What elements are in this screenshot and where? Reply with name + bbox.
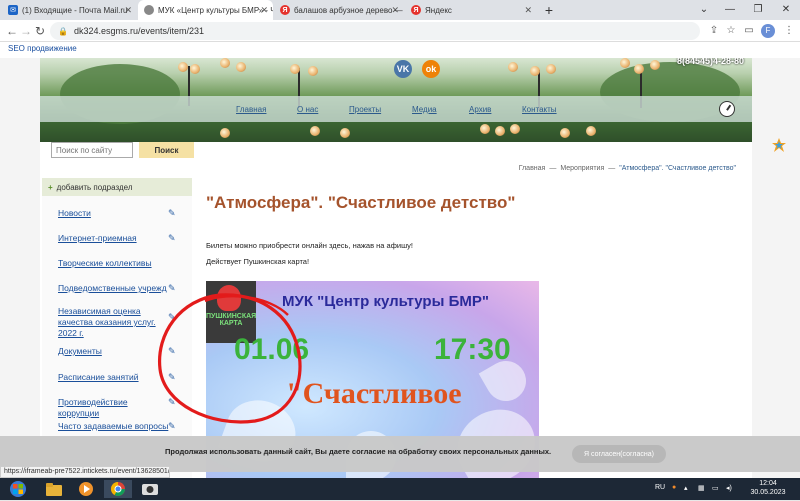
mail-icon: ✉ <box>8 5 18 15</box>
share-icon[interactable]: ⇪ <box>707 24 721 38</box>
main-nav: Главная О нас Проекты Медиа Архив Контак… <box>40 96 752 122</box>
side-panel-icon[interactable]: ▭ <box>742 24 756 38</box>
windows-taskbar: RU ● ▴ ▦ ▭ ◂) 12:04 30.05.2023 <box>0 478 800 500</box>
phone-number: 8(84545)4-28-80 <box>676 58 744 66</box>
vk-icon[interactable]: VK <box>394 60 412 78</box>
start-button[interactable] <box>4 480 32 498</box>
yandex-icon: Я <box>280 5 290 15</box>
url-text: dk324.esgms.ru/events/item/231 <box>73 26 205 36</box>
menu-dots-icon[interactable]: ⋮ <box>782 24 796 38</box>
red-circle-annotation <box>157 293 302 424</box>
cookie-text: Продолжая использовать данный сайт, Вы д… <box>165 447 552 456</box>
close-icon[interactable]: ✕ <box>524 5 532 16</box>
breadcrumb-home[interactable]: Главная <box>519 165 546 172</box>
media-player-icon[interactable] <box>72 480 100 498</box>
close-icon[interactable]: ✕ <box>124 5 132 16</box>
ok-icon[interactable]: ok <box>422 60 440 78</box>
tab-label: балашов арбузное дерево — Я... <box>294 5 404 15</box>
close-icon[interactable]: ✕ <box>260 5 268 16</box>
tray-app-icon[interactable]: ● <box>672 484 676 491</box>
edit-pencil-icon[interactable]: ✎ <box>168 208 176 219</box>
taskbar-clock[interactable]: 12:04 30.05.2023 <box>747 479 789 497</box>
poster-time: 17:30 <box>434 333 511 366</box>
explorer-icon[interactable] <box>40 480 68 498</box>
nav-archive[interactable]: Архив <box>469 105 491 114</box>
tickets-text: Билеты можно приобрести онлайн здесь, на… <box>206 241 413 250</box>
extension-icon[interactable] <box>772 138 786 155</box>
bookmarks-bar: SEO продвижение <box>0 42 800 58</box>
maximize-button[interactable]: ❐ <box>744 0 772 20</box>
breadcrumb-events[interactable]: Мероприятия <box>560 165 604 172</box>
globe-icon <box>144 5 154 15</box>
site-container: 8(84545)4-28-80 VK ok Главная О нас Прое… <box>40 58 752 478</box>
site-search-button[interactable]: Поиск <box>139 142 194 158</box>
address-bar[interactable]: 🔒 dk324.esgms.ru/events/item/231 <box>50 22 700 40</box>
nav-home[interactable]: Главная <box>236 105 266 114</box>
breadcrumb-current: "Атмосфера". "Счастливое детство" <box>619 165 736 172</box>
battery-icon[interactable]: ▭ <box>712 484 719 492</box>
tab-label: МУК «Центр культуры БМР» - Ч... <box>158 5 273 15</box>
header-banner: 8(84545)4-28-80 VK ok Главная О нас Прое… <box>40 58 752 142</box>
edit-pencil-icon[interactable]: ✎ <box>168 233 176 244</box>
tab-yandex[interactable]: Я Яндекс ✕ <box>405 0 537 20</box>
tray-expand-icon[interactable]: ▴ <box>684 484 688 492</box>
reload-icon[interactable]: ↻ <box>32 23 48 39</box>
lock-icon[interactable]: 🔒 <box>58 27 68 36</box>
nav-about[interactable]: О нас <box>297 105 318 114</box>
profile-avatar[interactable]: F <box>761 24 775 38</box>
bookmark-seo[interactable]: SEO продвижение <box>8 44 77 53</box>
network-icon[interactable]: ▦ <box>698 484 705 492</box>
tab-culture-center[interactable]: МУК «Центр культуры БМР» - Ч... ✕ <box>138 0 273 20</box>
new-tab-button[interactable]: + <box>541 2 557 18</box>
site-search-input[interactable] <box>51 142 133 158</box>
plus-icon: + <box>48 183 53 192</box>
pushkin-card-text: Действует Пушкинская карта! <box>206 257 310 266</box>
cookie-accept-button[interactable]: Я согласен(согласна) <box>572 445 666 463</box>
tab-search-icon[interactable]: ⌄ <box>690 0 718 20</box>
status-bar-url: https://iframeab-pre7522.intickets.ru/ev… <box>0 466 170 478</box>
bookmark-star-icon[interactable]: ☆ <box>724 24 738 38</box>
sidebar-item-reception[interactable]: Интернет-приемная <box>58 233 170 244</box>
clock-time: 12:04 <box>759 480 777 487</box>
minimize-button[interactable]: — <box>716 0 744 20</box>
sidebar-item-news[interactable]: Новости <box>58 208 170 219</box>
nav-contacts[interactable]: Контакты <box>522 105 557 114</box>
accessibility-icon[interactable] <box>719 101 735 117</box>
close-icon[interactable]: ✕ <box>391 5 399 16</box>
tab-mail[interactable]: ✉ (1) Входящие - Почта Mail.ru ✕ <box>2 0 137 20</box>
breadcrumb: Главная — Мероприятия — "Атмосфера". "Счастл… <box>518 165 736 172</box>
nav-media[interactable]: Медиа <box>412 105 437 114</box>
poster-show-title: "Счастливое <box>286 377 462 410</box>
nav-projects[interactable]: Проекты <box>349 105 381 114</box>
tab-label: Яндекс <box>425 5 452 15</box>
page-viewport: 8(84545)4-28-80 VK ok Главная О нас Прое… <box>0 58 800 478</box>
browser-toolbar: ← → ↻ 🔒 dk324.esgms.ru/events/item/231 ⇪… <box>0 20 800 42</box>
tab-bar: ✉ (1) Входящие - Почта Mail.ru ✕ МУК «Це… <box>0 0 800 20</box>
add-subsection-label: добавить подраздел <box>56 183 133 192</box>
language-indicator[interactable]: RU <box>655 484 665 491</box>
sidebar-item-collectives[interactable]: Творческие коллективы <box>58 258 170 269</box>
tab-yandex-search[interactable]: Я балашов арбузное дерево — Я... ✕ <box>274 0 404 20</box>
tab-label: (1) Входящие - Почта Mail.ru <box>22 5 128 15</box>
add-subsection-button[interactable]: + добавить подраздел <box>42 178 192 196</box>
poster-org: МУК "Центр культуры БМР" <box>282 293 489 310</box>
clock-date: 30.05.2023 <box>750 489 786 496</box>
close-window-button[interactable]: ✕ <box>772 0 800 20</box>
yandex-icon: Я <box>411 5 421 15</box>
page-title: "Атмосфера". "Счастливое детство" <box>206 193 516 212</box>
volume-icon[interactable]: ◂) <box>726 484 732 492</box>
camera-icon[interactable] <box>136 480 164 498</box>
chrome-icon[interactable] <box>104 480 132 498</box>
